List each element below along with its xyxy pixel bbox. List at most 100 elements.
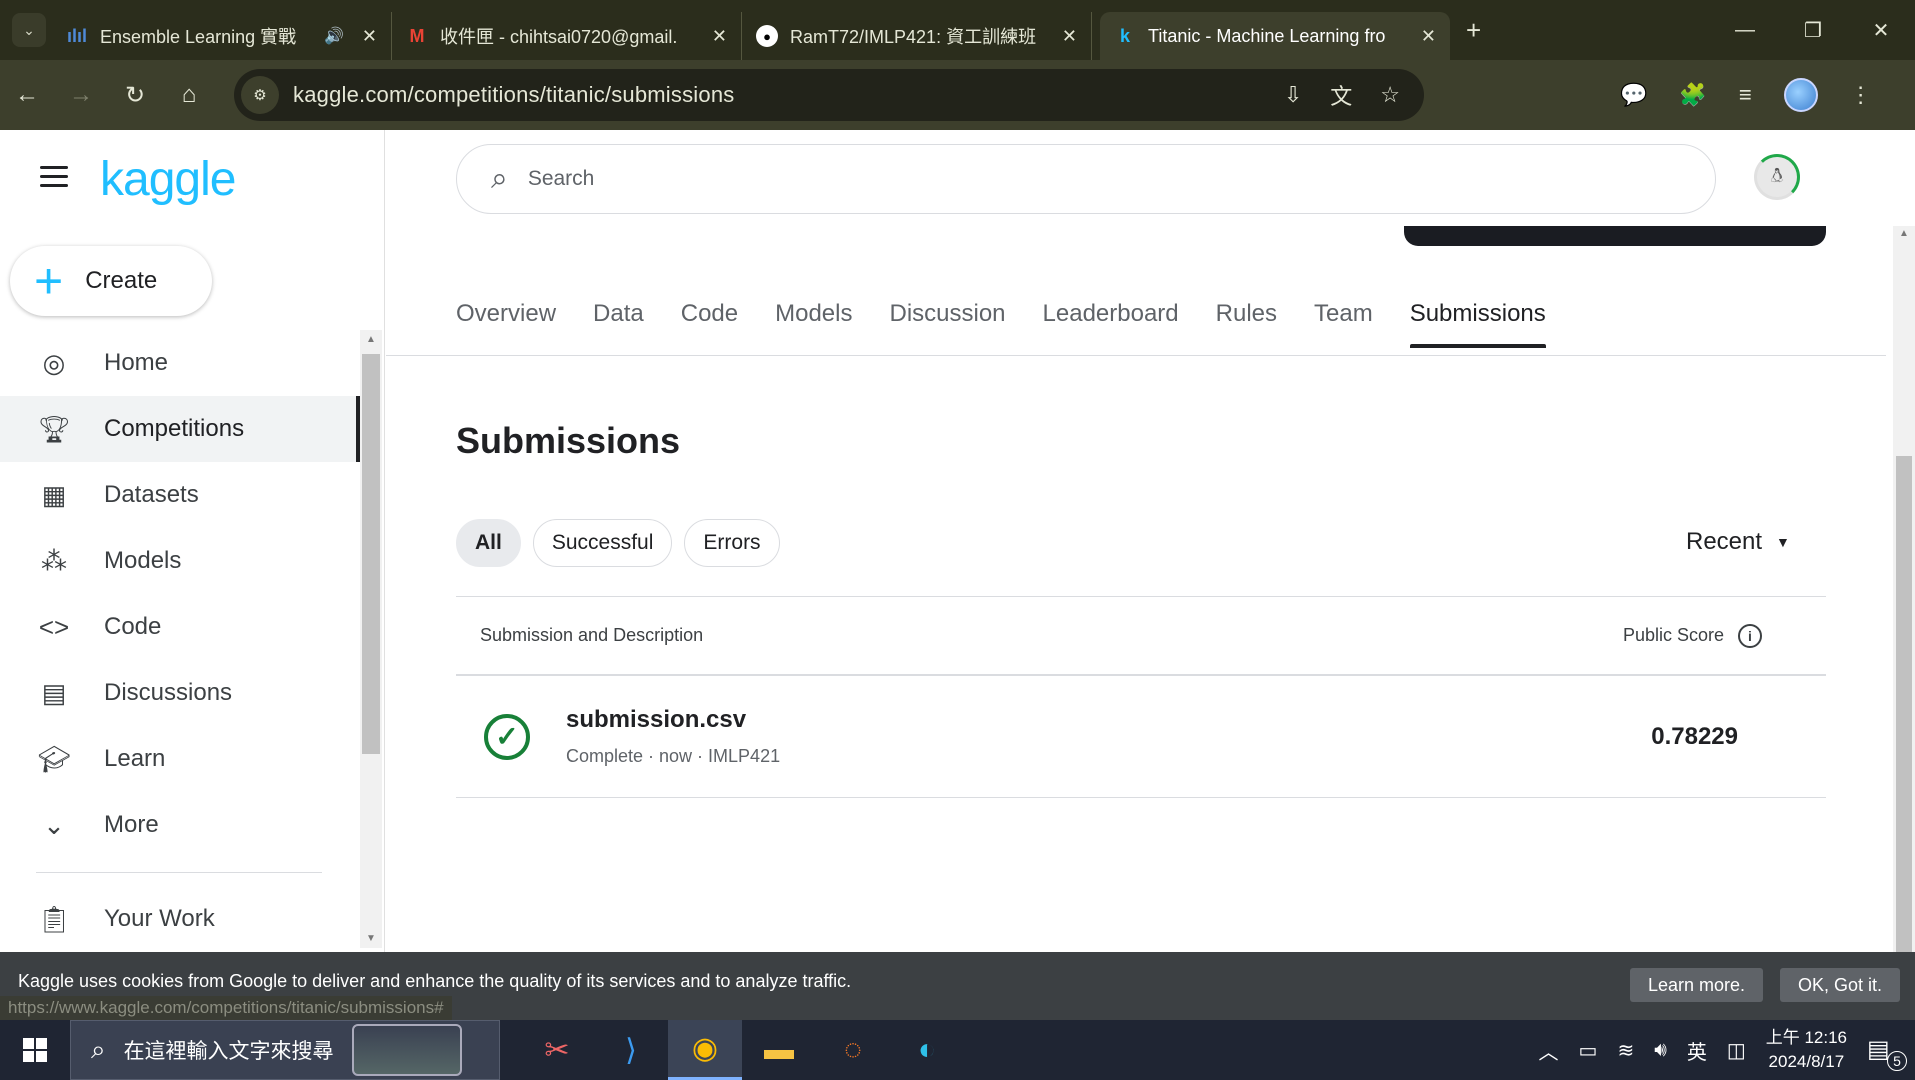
ime-mode-icon[interactable]: ◫ (1727, 1038, 1746, 1063)
tab-code[interactable]: Code (681, 300, 738, 348)
competition-tabs: Overview Data Code Models Discussion Lea… (456, 300, 1583, 348)
tab-discussion[interactable]: Discussion (889, 300, 1005, 348)
kaggle-logo[interactable]: kaggle (100, 152, 236, 207)
minimize-icon[interactable]: — (1711, 0, 1779, 60)
tab-title: 收件匣 - chihtsai0720@gmail. (440, 27, 678, 47)
address-bar[interactable]: ⚙ kaggle.com/competitions/titanic/submis… (234, 69, 1424, 121)
snipping-tool-icon[interactable]: ✂ (520, 1020, 594, 1080)
restore-icon[interactable]: ❐ (1779, 0, 1847, 60)
sidebar-item-more[interactable]: ⌄ More (0, 792, 360, 858)
taskbar-clock[interactable]: 上午 12:16 2024/8/17 (1766, 1026, 1847, 1074)
sidebar-item-competitions[interactable]: 🏆︎ Competitions (0, 396, 360, 462)
close-window-icon[interactable]: ✕ (1847, 0, 1915, 60)
create-button[interactable]: + Create (10, 246, 212, 316)
forward-arrow-icon[interactable]: → (54, 81, 108, 109)
filter-chips: All Successful Errors (456, 519, 780, 567)
scroll-up-icon[interactable]: ▲ (1893, 228, 1915, 239)
ime-indicator[interactable]: 英 (1687, 1036, 1707, 1065)
browser-toolbar: ← → ↻ ⌂ ⚙ kaggle.com/competitions/titani… (0, 60, 1915, 130)
table-row[interactable]: ✓ submission.csv Complete · now · IMLP42… (456, 676, 1826, 798)
tab-submissions[interactable]: Submissions (1409, 300, 1546, 348)
search-bar[interactable]: ⌕ (456, 144, 1716, 214)
sidebar-item-label: More (104, 811, 159, 838)
taskbar-search-box[interactable]: ⌕ 在這裡輸入文字來搜尋 (70, 1020, 500, 1080)
create-label: Create (85, 267, 158, 294)
filter-all-chip[interactable]: All (456, 519, 521, 567)
chevron-down-icon: ⌄ (23, 21, 35, 38)
file-explorer-icon[interactable]: ▬ (742, 1020, 816, 1080)
sidebar-item-datasets[interactable]: ▦ Datasets (0, 462, 360, 528)
browser-tab-active[interactable]: k Titanic - Machine Learning fro ✕ (1100, 12, 1450, 60)
submission-filename[interactable]: submission.csv (566, 706, 780, 734)
page-scrollbar[interactable]: ▲ (1893, 226, 1915, 952)
install-app-icon[interactable]: ⇩ (1284, 82, 1302, 108)
tab-title: RamT72/IMLP421: 資工訓練班 (790, 27, 1037, 47)
column-header-submission: Submission and Description (480, 625, 704, 645)
tab-team[interactable]: Team (1314, 300, 1373, 348)
puzzle-extensions-icon[interactable]: 🧩 (1679, 82, 1706, 108)
volume-icon[interactable]: 🔊︎ (1654, 1039, 1667, 1062)
filter-errors-chip[interactable]: Errors (684, 519, 780, 567)
browser-tab[interactable]: ● RamT72/IMLP421: 資工訓練班 ✕ (742, 12, 1092, 60)
tab-leaderboard[interactable]: Leaderboard (1043, 300, 1179, 348)
scroll-up-icon[interactable]: ▲ (360, 334, 382, 345)
info-icon[interactable]: i (1738, 623, 1762, 648)
tab-models[interactable]: Models (775, 300, 852, 348)
home-icon[interactable]: ⌂ (162, 81, 216, 109)
scrollbar-thumb[interactable] (362, 354, 380, 754)
vscode-icon[interactable]: ⟩ (594, 1020, 668, 1080)
reload-icon[interactable]: ↻ (108, 81, 162, 110)
chrome-icon[interactable]: ◉ (668, 1020, 742, 1080)
start-button[interactable] (0, 1038, 70, 1062)
back-arrow-icon[interactable]: ← (0, 81, 54, 109)
sidebar-item-label: Discussions (104, 679, 233, 706)
kebab-menu-icon[interactable]: ⋮ (1850, 82, 1872, 108)
tabs-divider (386, 355, 1886, 356)
sidebar-item-home[interactable]: ◎ Home (0, 330, 360, 396)
show-hidden-icons-chevron-icon[interactable]: ︿ (1539, 1036, 1559, 1065)
sidebar-item-label: Datasets (104, 481, 199, 508)
url-text[interactable]: kaggle.com/competitions/titanic/submissi… (293, 82, 734, 108)
sidebar-scrollbar[interactable]: ▲ ▼ (360, 330, 382, 948)
ok-got-it-button[interactable]: OK, Got it. (1780, 968, 1901, 1002)
site-settings-icon[interactable]: ⚙ (241, 76, 279, 114)
close-tab-icon[interactable]: ✕ (1421, 26, 1436, 47)
battery-icon[interactable]: ▭ (1579, 1038, 1598, 1063)
tab-search-button[interactable]: ⌄ (12, 13, 46, 47)
filter-successful-chip[interactable]: Successful (532, 519, 673, 567)
tab-data[interactable]: Data (593, 300, 644, 348)
scrollbar-thumb[interactable] (1896, 456, 1912, 952)
sidebar-item-discussions[interactable]: ▤ Discussions (0, 660, 360, 726)
close-tab-icon[interactable]: ✕ (362, 26, 377, 47)
profile-avatar[interactable] (1783, 78, 1818, 112)
search-input[interactable] (527, 167, 1428, 191)
sort-dropdown[interactable]: Recent ▼ (1686, 528, 1790, 556)
wifi-icon[interactable]: ≋ (1617, 1038, 1634, 1063)
jupyter-icon[interactable]: ◌ (816, 1020, 890, 1080)
tab-rules[interactable]: Rules (1216, 300, 1277, 348)
chat-extension-icon[interactable]: 💬 (1620, 82, 1647, 108)
learn-more-button[interactable]: Learn more. (1630, 968, 1764, 1002)
browser-tab[interactable]: M 收件匣 - chihtsai0720@gmail. ✕ (392, 12, 742, 60)
new-tab-button[interactable]: + (1466, 15, 1481, 46)
browser-tab[interactable]: ılıl Ensemble Learning 實戰 🔊 ✕ (52, 12, 392, 60)
main-content: ⌕ 🐧︎ Overview Data Code Models Discussio… (386, 130, 1915, 952)
tab-overview[interactable]: Overview (456, 300, 556, 348)
star-bookmark-icon[interactable]: ☆ (1380, 82, 1400, 108)
sidebar-item-learn[interactable]: 🎓︎ Learn (0, 726, 360, 792)
system-tray: ︿ ▭ ≋ 🔊︎ 英 ◫ 上午 12:16 2024/8/17 ▤ 5 (1539, 1020, 1915, 1080)
sidebar-item-code[interactable]: <> Code (0, 594, 360, 660)
table-icon: ▦ (41, 479, 67, 510)
notification-center-icon[interactable]: ▤ 5 (1867, 1035, 1907, 1071)
translate-icon[interactable]: 文 (1330, 79, 1352, 111)
user-avatar[interactable]: 🐧︎ (1754, 154, 1800, 200)
edge-icon[interactable]: ◐ (890, 1020, 964, 1080)
close-tab-icon[interactable]: ✕ (1062, 26, 1077, 47)
sidebar-item-models[interactable]: ⁂ Models (0, 528, 360, 594)
hamburger-menu-icon[interactable] (40, 166, 68, 193)
sidebar-item-your-work[interactable]: 📋︎ Your Work (0, 886, 360, 952)
scroll-down-icon[interactable]: ▼ (360, 933, 382, 944)
speaker-icon[interactable]: 🔊 (324, 26, 344, 46)
media-queue-icon[interactable]: ≡ (1739, 82, 1752, 108)
close-tab-icon[interactable]: ✕ (712, 26, 727, 47)
